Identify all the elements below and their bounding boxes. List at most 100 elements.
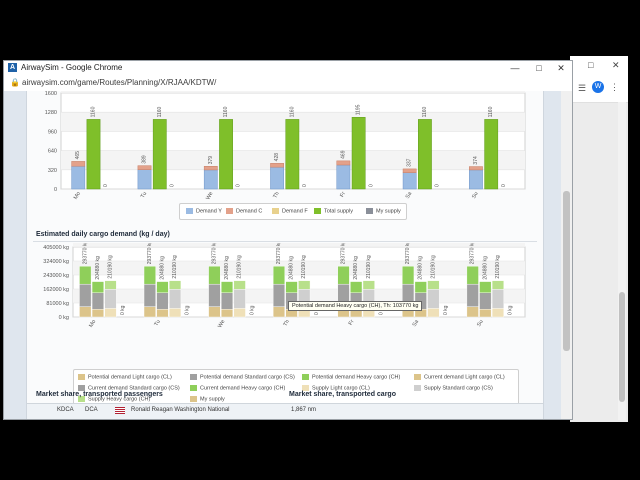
x-tick-label: Tu bbox=[154, 319, 162, 327]
page-scrollbar[interactable] bbox=[561, 91, 572, 419]
bar-potential-demand bbox=[208, 283, 221, 307]
bar-demand-c bbox=[137, 165, 152, 170]
legend-bar-icon bbox=[366, 208, 373, 214]
cargo-data-label: 293770 kg bbox=[470, 243, 476, 264]
legend-item[interactable]: Potential demand Light cargo (CL) bbox=[78, 374, 172, 380]
close-button[interactable]: ✕ bbox=[550, 61, 572, 75]
legend-item[interactable]: Current demand Heavy cargo (CH) bbox=[190, 385, 285, 391]
bar-supply bbox=[233, 289, 246, 309]
bar-potential-demand bbox=[337, 266, 350, 285]
my-supply-data-label: 0 bbox=[302, 184, 308, 187]
legend-bar-icon bbox=[190, 385, 197, 391]
legend-item[interactable]: Supply Standard cargo (CS) bbox=[414, 385, 493, 391]
bar-demand-y bbox=[469, 169, 483, 190]
bar-supply bbox=[169, 308, 182, 318]
cargo-data-label: 210190 kg bbox=[172, 255, 178, 279]
my-supply-data-label: 0 bbox=[501, 184, 507, 187]
cargo-data-label: 204880 kg bbox=[482, 256, 488, 280]
cargo-data-label: 204880 kg bbox=[224, 256, 230, 280]
bar-total-supply bbox=[351, 117, 366, 190]
legend-item[interactable]: Demand C bbox=[226, 208, 262, 214]
bar-demand-c bbox=[270, 163, 284, 168]
legend-bar-icon bbox=[78, 374, 85, 380]
profile-avatar[interactable]: W bbox=[592, 81, 604, 93]
url-text[interactable]: airwaysim.com/game/Routes/Planning/X/RJA… bbox=[22, 77, 216, 89]
bar-current-demand bbox=[91, 281, 104, 294]
bar-potential-demand bbox=[466, 306, 479, 318]
bar-current-demand bbox=[221, 292, 234, 310]
bar-supply bbox=[298, 280, 311, 290]
bar-demand-y bbox=[402, 172, 417, 190]
background-scrollbar-thumb[interactable] bbox=[619, 292, 625, 402]
bar-total-supply bbox=[418, 119, 432, 190]
lock-icon[interactable]: 🔒 bbox=[10, 78, 20, 87]
bar-demand-c bbox=[203, 166, 218, 171]
bar-current-demand bbox=[156, 309, 169, 318]
legend-item[interactable]: Demand F bbox=[272, 208, 308, 214]
table-row[interactable]: KDCA DCA Ronald Reagan Washington Nation… bbox=[27, 403, 543, 419]
supply-data-label: 1160 bbox=[422, 106, 428, 117]
legend-label: Potential demand Light cargo (CL) bbox=[88, 374, 172, 381]
bar-current-demand bbox=[156, 292, 169, 310]
menu-icon[interactable]: ⋮ bbox=[610, 82, 619, 93]
cargo-data-label: 293770 kg bbox=[341, 243, 347, 264]
address-bar[interactable]: 🔒 airwaysim.com/game/Routes/Planning/X/R… bbox=[4, 75, 572, 92]
airport-name[interactable]: Ronald Reagan Washington National bbox=[131, 407, 230, 413]
bar-demand-y bbox=[71, 165, 86, 190]
cargo-data-label: 204880 kg bbox=[418, 256, 424, 280]
x-tick-label: Sa bbox=[412, 318, 421, 328]
minimize-button[interactable]: — bbox=[504, 61, 526, 75]
background-close-button[interactable]: ✕ bbox=[612, 60, 620, 71]
legend-item[interactable]: My supply bbox=[190, 396, 225, 402]
bar-potential-demand bbox=[402, 266, 415, 285]
background-toolbar: ☰ W ⋮ bbox=[570, 76, 628, 103]
x-tick-label: Su bbox=[471, 191, 480, 200]
cargo-data-label: 210190 kg bbox=[366, 255, 372, 279]
window-title: AirwaySim - Google Chrome bbox=[21, 63, 123, 72]
window-titlebar: A AirwaySim - Google Chrome — □ ✕ bbox=[4, 61, 572, 75]
bar-supply bbox=[104, 280, 117, 290]
bar-potential-demand bbox=[466, 266, 479, 285]
legend-item[interactable]: Potential demand Heavy cargo (CH) bbox=[302, 374, 400, 380]
cargo-data-label: 204880 kg bbox=[353, 256, 359, 280]
legend-item[interactable]: Total supply bbox=[314, 208, 353, 214]
maximize-button[interactable]: □ bbox=[528, 61, 550, 75]
demand-data-label: 379 bbox=[208, 156, 214, 165]
browser-window: A AirwaySim - Google Chrome — □ ✕ 🔒 airw… bbox=[3, 60, 573, 420]
page-scrollbar-thumb[interactable] bbox=[563, 191, 570, 351]
section-divider bbox=[33, 241, 537, 242]
market-share-cargo-title: Market share, transported cargo bbox=[289, 391, 396, 398]
page-viewport: 0 320 640 960 1280 1600 465 1160 0 Mo 389 1160 0 Tu 37… bbox=[4, 91, 572, 419]
x-tick-label: Th bbox=[272, 191, 280, 200]
x-tick-label: Sa bbox=[405, 190, 414, 200]
my-supply-data-label: 0 bbox=[435, 184, 441, 187]
legend-bar-icon bbox=[272, 208, 279, 214]
cargo-data-label: 210190 kg bbox=[108, 255, 114, 279]
legend-label: Demand F bbox=[282, 208, 308, 215]
x-tick-label: Th bbox=[283, 319, 291, 328]
bar-demand-y bbox=[137, 169, 152, 190]
y-tick-label: 405000 kg bbox=[43, 245, 69, 251]
y-tick-label: 1280 bbox=[45, 110, 57, 116]
grid-band bbox=[73, 243, 525, 247]
bar-total-supply bbox=[152, 119, 167, 190]
legend-item[interactable]: My supply bbox=[366, 208, 401, 214]
bar-demand-c bbox=[71, 161, 86, 167]
legend-item[interactable]: Potential demand Standard cargo (CS) bbox=[190, 374, 295, 380]
bar-potential-demand bbox=[79, 283, 92, 307]
cargo-data-label: 293770 kg bbox=[276, 243, 282, 264]
legend-bar-icon bbox=[414, 385, 421, 391]
my-supply-data-label: 0 bbox=[236, 184, 242, 187]
passenger-chart-legend: Demand Y Demand C Demand F Total supply My s… bbox=[179, 203, 407, 220]
legend-item[interactable]: Demand Y bbox=[186, 208, 222, 214]
bar-supply bbox=[104, 308, 117, 318]
legend-item[interactable]: Current demand Light cargo (CL) bbox=[414, 374, 505, 380]
bar-potential-demand bbox=[143, 283, 156, 307]
reading-list-icon[interactable]: ☰ bbox=[578, 83, 586, 94]
bar-demand-y bbox=[336, 164, 351, 190]
background-window: □ ✕ ☰ W ⋮ bbox=[570, 56, 628, 422]
y-tick-label: 960 bbox=[48, 129, 57, 135]
y-tick-label: 324000 kg bbox=[43, 259, 69, 265]
background-maximize-button[interactable]: □ bbox=[588, 60, 593, 70]
demand-data-label: 428 bbox=[274, 153, 280, 162]
